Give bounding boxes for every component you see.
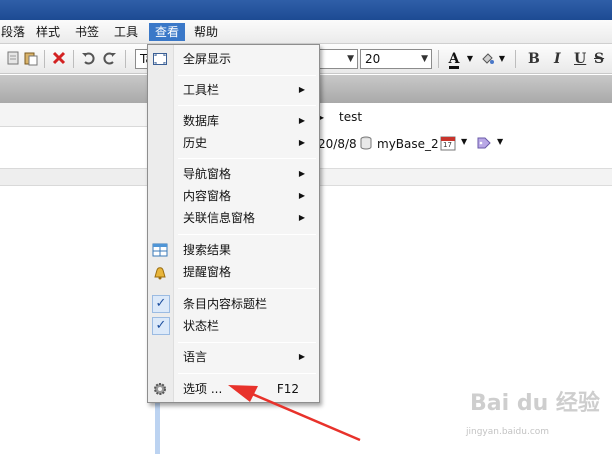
menu-item-label: 工具栏 [183,83,220,97]
menu-item-label: 语言 [183,350,208,364]
font-size-value: 20 [365,52,381,66]
menu-item-related-info-pane[interactable]: 关联信息窗格 ▶ [148,207,319,229]
submenu-arrow-icon: ▶ [298,352,305,361]
search-results-icon [152,242,168,258]
delete-icon[interactable] [50,50,68,68]
submenu-arrow-icon: ▶ [298,191,305,200]
menu-item-label: 全屏显示 [183,52,232,66]
menu-item-label: 关联信息窗格 [183,211,256,225]
menu-item-label: 内容窗格 [183,189,232,203]
menu-separator [178,105,316,106]
menu-item-label: 状态栏 [183,319,220,333]
toolbar-separator [73,50,74,68]
chevron-down-icon: ▼ [347,54,354,64]
menu-separator [178,342,316,343]
menu-item-label: 历史 [183,136,208,150]
menu-item-reminder-pane[interactable]: 提醒窗格 [148,261,319,283]
fullscreen-icon [152,51,168,67]
chevron-down-icon[interactable]: ▼ [497,50,507,68]
menu-tools[interactable]: 工具 [110,23,142,41]
view-menu-dropdown: 全屏显示 工具栏 ▶ 数据库 ▶ 历史 ▶ 导航窗格 ▶ 内容窗格 ▶ 关联信息… [147,44,320,403]
toolbar-separator [438,50,439,68]
menu-separator [178,288,316,289]
menu-item-label: 数据库 [183,114,220,128]
submenu-arrow-icon: ▶ [298,85,305,94]
menu-separator [178,75,316,76]
menu-paragraph[interactable]: 段落 [0,23,29,41]
menu-help[interactable]: 帮助 [190,23,222,41]
menu-item-database[interactable]: 数据库 ▶ [148,110,319,132]
chevron-down-icon[interactable]: ▼ [497,137,503,146]
strikethrough-button[interactable]: S [594,50,604,68]
undo-icon[interactable] [79,50,97,68]
menu-item-options[interactable]: 选项 ... F12 [148,378,319,400]
highlight-color-icon[interactable] [478,50,496,68]
text-color-button[interactable]: A [443,50,465,69]
menu-view[interactable]: 查看 [149,23,185,41]
menu-bookmark[interactable]: 书签 [71,23,103,41]
toolbar-separator [125,50,126,68]
tag-icon[interactable] [476,136,492,153]
navigation-pane-header [0,103,160,127]
menu-item-shortcut: F12 [276,382,299,396]
chevron-down-icon: ▼ [421,54,428,64]
menu-item-label: 提醒窗格 [183,265,232,279]
menu-item-status-bar[interactable]: ✓ 状态栏 [148,315,319,337]
cut-icon[interactable] [4,50,22,68]
menu-item-label: 条目内容标题栏 [183,297,268,311]
menu-item-label: 选项 ... [183,382,223,396]
calendar-day: 17 [443,141,452,149]
gear-icon [152,381,168,397]
menu-separator [178,373,316,374]
database-icon [360,136,372,153]
menu-item-item-title-bar[interactable]: ✓ 条目内容标题栏 [148,293,319,315]
baidu-watermark-url: jingyan.baidu.com [466,427,550,437]
menu-item-search-results[interactable]: 搜索结果 [148,239,319,261]
toolbar-separator [44,50,45,68]
menu-item-label: 搜索结果 [183,243,232,257]
chevron-down-icon[interactable]: ▼ [465,50,475,68]
toolbar-separator [515,50,516,68]
window-title-bar [0,0,612,20]
menu-item-fullscreen[interactable]: 全屏显示 [148,48,319,70]
chevron-down-icon[interactable]: ▼ [461,137,467,146]
menu-separator [178,158,316,159]
calendar-icon[interactable]: 17 [440,135,456,151]
submenu-arrow-icon: ▶ [298,138,305,147]
redo-icon[interactable] [101,50,119,68]
submenu-arrow-icon: ▶ [298,169,305,178]
menu-item-navigation-pane[interactable]: 导航窗格 ▶ [148,163,319,185]
menu-separator [178,234,316,235]
submenu-arrow-icon: ▶ [298,213,305,222]
font-name-combo-tail[interactable]: ▼ [316,49,358,69]
navigation-pane-row [0,168,160,186]
item-date: 20/8/8 [318,137,357,151]
menu-bar: 段落 样式 书签 工具 查看 帮助 [0,20,612,44]
underline-button[interactable]: U [574,50,586,68]
menu-item-content-pane[interactable]: 内容窗格 ▶ [148,185,319,207]
submenu-arrow-icon: ▶ [298,116,305,125]
bold-button[interactable]: B [528,50,540,68]
baidu-watermark-logo: Bai du 经验 [470,391,600,416]
checkmark-icon: ✓ [152,317,170,335]
menu-item-label: 导航窗格 [183,167,232,181]
text-color-glyph: A [448,51,460,69]
font-size-combo[interactable]: 20 ▼ [360,49,432,69]
menu-item-language[interactable]: 语言 ▶ [148,346,319,368]
menu-item-toolbars[interactable]: 工具栏 ▶ [148,79,319,101]
menu-item-history[interactable]: 历史 ▶ [148,132,319,154]
checkmark-icon: ✓ [152,295,170,313]
content-pane-row [320,168,612,186]
italic-button[interactable]: I [554,50,561,68]
bell-icon [152,264,168,280]
menu-style[interactable]: 样式 [32,23,64,41]
breadcrumb[interactable]: test [339,110,362,124]
database-name[interactable]: myBase_2 [377,137,439,151]
paste-icon[interactable] [22,50,40,68]
